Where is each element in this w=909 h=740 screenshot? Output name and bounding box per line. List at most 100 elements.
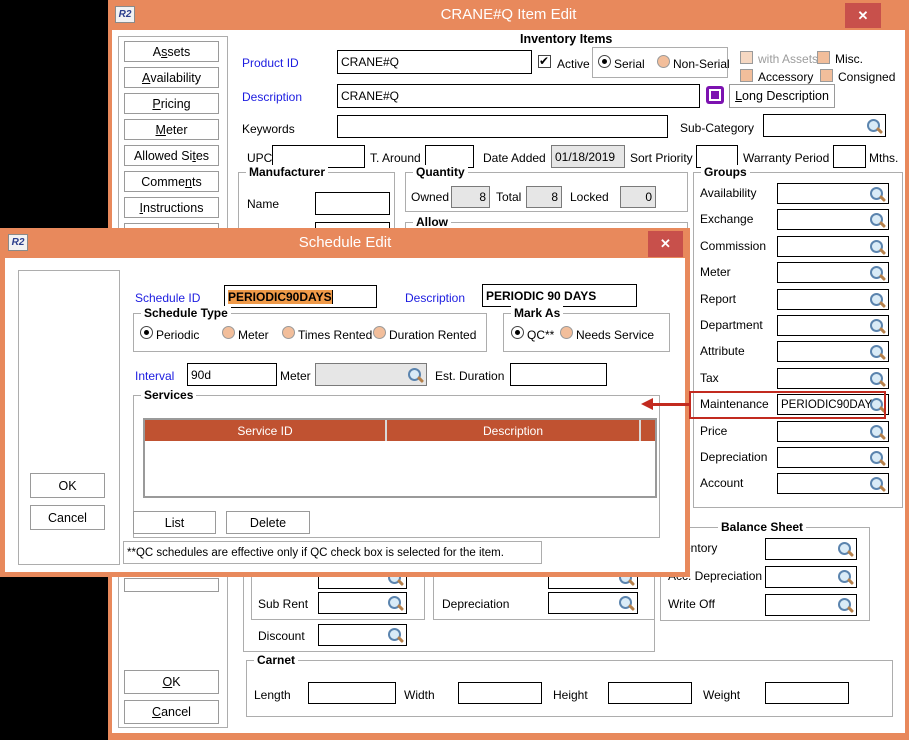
est-duration-field[interactable]: [510, 363, 607, 386]
services-table[interactable]: Service ID Description: [143, 418, 657, 498]
search-icon[interactable]: [869, 292, 886, 308]
group-commission-field[interactable]: [777, 236, 889, 257]
search-icon[interactable]: [869, 265, 886, 281]
sidebar-item-availability[interactable]: Availability: [124, 67, 219, 88]
non-serial-radio[interactable]: [657, 55, 670, 68]
dialog-ok-button[interactable]: OK: [30, 473, 105, 498]
search-icon[interactable]: [869, 424, 886, 440]
description-field[interactable]: CRANE#Q: [337, 84, 700, 108]
description-column-header[interactable]: Description: [385, 420, 639, 441]
needs-service-radio[interactable]: [560, 326, 573, 339]
active-checkbox[interactable]: [538, 55, 551, 68]
product-id-field[interactable]: CRANE#Q: [337, 50, 532, 74]
duration-rented-radio[interactable]: [373, 326, 386, 339]
group-account-label: Account: [700, 476, 743, 490]
close-icon[interactable]: ✕: [648, 231, 683, 257]
search-icon[interactable]: [869, 239, 886, 255]
long-description-button[interactable]: Long Description: [729, 84, 835, 108]
locked-label: Locked: [570, 190, 609, 204]
sidebar-item-pricing[interactable]: Pricing: [124, 93, 219, 114]
search-icon[interactable]: [618, 595, 635, 611]
schedule-id-field[interactable]: PERIODIC90DAYS: [224, 285, 377, 308]
search-icon[interactable]: [869, 476, 886, 492]
ok-button[interactable]: OK: [124, 670, 219, 694]
periodic-radio[interactable]: [140, 326, 153, 339]
times-rented-radio[interactable]: [282, 326, 295, 339]
sidebar-item-partial[interactable]: [124, 578, 219, 592]
t-around-label: T. Around: [370, 151, 421, 165]
length-field[interactable]: [308, 682, 396, 704]
inventory-field[interactable]: [765, 538, 857, 560]
consigned-checkbox[interactable]: [820, 69, 833, 82]
search-icon[interactable]: [837, 597, 854, 613]
allow-group-title: Allow: [413, 215, 451, 229]
width-field[interactable]: [458, 682, 542, 704]
group-account-field[interactable]: [777, 473, 889, 494]
interval-field[interactable]: 90d: [187, 363, 277, 386]
manufacturer-name-field[interactable]: [315, 192, 390, 215]
sub-category-field[interactable]: [763, 114, 886, 137]
search-icon[interactable]: [407, 367, 424, 383]
search-icon[interactable]: [837, 569, 854, 585]
cancel-button[interactable]: Cancel: [124, 700, 219, 724]
sidebar-item-allowed-sites[interactable]: Allowed Sites: [124, 145, 219, 166]
est-duration-label: Est. Duration: [435, 369, 504, 383]
search-icon[interactable]: [869, 212, 886, 228]
schedule-id-label: Schedule ID: [135, 291, 200, 305]
group-meter-field[interactable]: [777, 262, 889, 283]
close-icon[interactable]: ✕: [845, 3, 881, 28]
manufacturer-group-title: Manufacturer: [246, 165, 328, 179]
list-button[interactable]: List: [133, 511, 216, 534]
group-report-field[interactable]: [777, 289, 889, 310]
sub-rent-field[interactable]: [318, 592, 407, 614]
weight-field[interactable]: [765, 682, 849, 704]
text-cursor: [332, 290, 333, 304]
height-field[interactable]: [608, 682, 692, 704]
meter-radio[interactable]: [222, 326, 235, 339]
sidebar-item-assets[interactable]: Assets: [124, 41, 219, 62]
sort-priority-label: Sort Priority: [630, 151, 693, 165]
dialog-cancel-button[interactable]: Cancel: [30, 505, 105, 530]
serial-radio[interactable]: [598, 55, 611, 68]
group-price-field[interactable]: [777, 421, 889, 442]
group-depreciation-field[interactable]: [777, 447, 889, 468]
search-icon[interactable]: [869, 186, 886, 202]
gl-depreciation-field[interactable]: [548, 592, 638, 614]
search-icon[interactable]: [837, 541, 854, 557]
accessory-checkbox[interactable]: [740, 69, 753, 82]
write-off-field[interactable]: [765, 594, 857, 616]
sidebar-item-meter[interactable]: Meter: [124, 119, 219, 140]
search-icon[interactable]: [869, 344, 886, 360]
misc-checkbox[interactable]: [817, 51, 830, 64]
sidebar-item-instructions[interactable]: Instructions: [124, 197, 219, 218]
group-tax-field[interactable]: [777, 368, 889, 389]
discount-field[interactable]: [318, 624, 407, 646]
keywords-field[interactable]: [337, 115, 668, 138]
group-availability-field[interactable]: [777, 183, 889, 204]
search-icon[interactable]: [387, 627, 404, 643]
long-text-icon[interactable]: [706, 86, 724, 104]
acc-depreciation-field[interactable]: [765, 566, 857, 588]
service-id-column-header[interactable]: Service ID: [145, 420, 385, 441]
group-exchange-field[interactable]: [777, 209, 889, 230]
qc-radio[interactable]: [511, 326, 524, 339]
warranty-period-field[interactable]: [833, 145, 866, 168]
screen: R2 CRANE#Q Item Edit ✕ Assets Availabili…: [0, 0, 909, 740]
search-icon[interactable]: [387, 595, 404, 611]
delete-button[interactable]: Delete: [226, 511, 310, 534]
group-price-label: Price: [700, 424, 727, 438]
periodic-label: Periodic: [156, 328, 199, 342]
search-icon[interactable]: [869, 450, 886, 466]
schedule-description-field[interactable]: PERIODIC 90 DAYS: [482, 284, 637, 307]
mark-as-title: Mark As: [511, 306, 563, 320]
search-icon[interactable]: [869, 318, 886, 334]
sidebar-item-comments[interactable]: Comments: [124, 171, 219, 192]
group-department-field[interactable]: [777, 315, 889, 336]
warranty-period-label: Warranty Period: [743, 151, 829, 165]
gl-depreciation-label: Depreciation: [442, 597, 509, 611]
group-attribute-field[interactable]: [777, 341, 889, 362]
locked-field: 0: [620, 186, 656, 208]
keywords-label: Keywords: [242, 122, 295, 136]
search-icon[interactable]: [869, 371, 886, 387]
search-icon[interactable]: [866, 118, 883, 134]
